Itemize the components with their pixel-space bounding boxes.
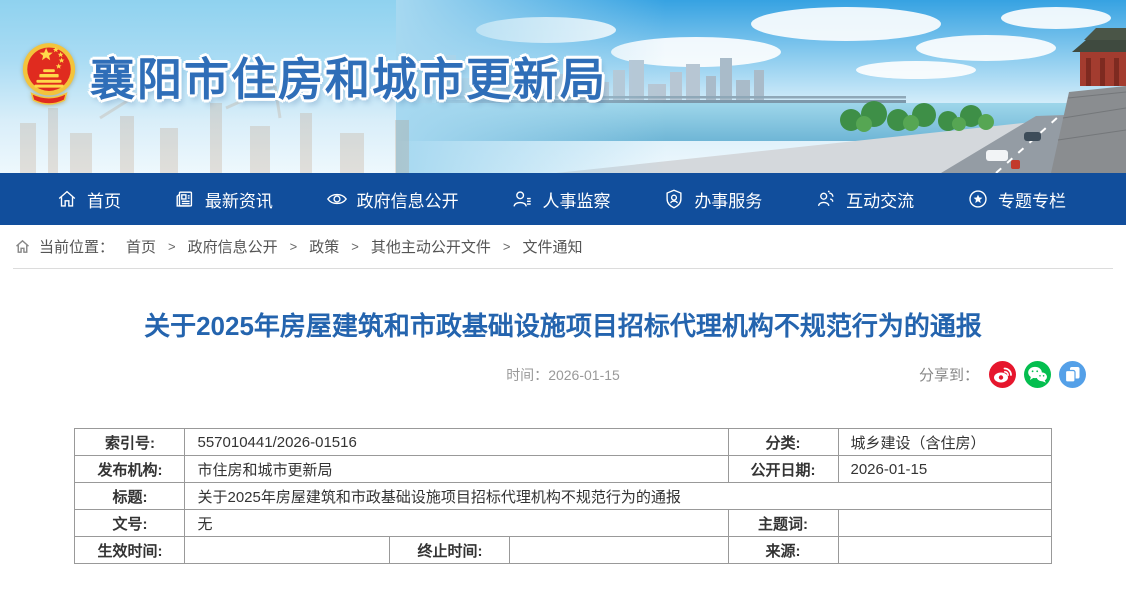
article-meta-row: 时间：2026-01-15 分享到： [0,360,1126,390]
breadcrumb: 当前位置： 首页 > 政府信息公开 > 政策 > 其他主动公开文件 > 文件通知 [0,225,1126,268]
nav-item-interaction[interactable]: 互动交流 [815,187,914,212]
nav-label: 首页 [87,187,121,212]
nav-label: 互动交流 [846,187,914,212]
breadcrumb-separator: > [290,239,298,254]
pubdate-label: 公开日期: [728,456,838,483]
pubdate-value: 2026-01-15 [838,456,1051,483]
index-value: 557010441/2026-01516 [185,429,728,456]
index-label: 索引号: [75,429,185,456]
breadcrumb-item-other-public-docs[interactable]: 其他主动公开文件 [371,236,491,257]
share-label: 分享到： [919,364,979,385]
breadcrumb-item-doc-notice[interactable]: 文件通知 [522,236,582,257]
site-logo-link[interactable]: 襄阳市住房和城市更新局 [20,40,607,110]
category-value: 城乡建设（含住房） [838,429,1051,456]
site-title: 襄阳市住房和城市更新局 [90,43,607,108]
table-row: 标题: 关于2025年房屋建筑和市政基础设施项目招标代理机构不规范行为的通报 [75,483,1051,510]
title-value: 关于2025年房屋建筑和市政基础设施项目招标代理机构不规范行为的通报 [185,483,1051,510]
copy-icon [1059,361,1086,388]
source-value [838,537,1051,564]
time-label: 时间： [506,367,548,383]
nav-label: 人事监察 [542,187,610,212]
article-title: 关于2025年房屋建筑和市政基础设施项目招标代理机构不规范行为的通报 [0,306,1126,343]
keywords-value [838,510,1051,537]
effective-label: 生效时间: [75,537,185,564]
breadcrumb-item-gov-info[interactable]: 政府信息公开 [188,236,278,257]
nav-item-news[interactable]: 最新资讯 [174,187,273,212]
expiry-value [510,537,728,564]
nav-item-gov-info[interactable]: 政府信息公开 [326,187,459,212]
site-banner: 襄阳市住房和城市更新局 [0,0,1126,173]
breadcrumb-separator: > [168,239,176,254]
share-copy-button[interactable] [1059,361,1086,388]
breadcrumb-item-policy[interactable]: 政策 [309,236,339,257]
divider [13,268,1113,269]
nav-item-personnel[interactable]: 人事监察 [511,187,610,212]
eye-icon [326,188,348,210]
nav-item-home[interactable]: 首页 [56,187,121,212]
wechat-icon [1024,361,1051,388]
home-icon [56,188,78,210]
nav-label: 最新资讯 [205,187,273,212]
star-circle-icon [967,188,989,210]
share-wechat-button[interactable] [1024,361,1051,388]
shield-icon [663,188,685,210]
publisher-label: 发布机构: [75,456,185,483]
table-row: 发布机构: 市住房和城市更新局 公开日期: 2026-01-15 [75,456,1051,483]
weibo-icon [989,361,1016,388]
source-label: 来源: [728,537,838,564]
expiry-label: 终止时间: [390,537,510,564]
breadcrumb-separator: > [503,239,511,254]
breadcrumb-separator: > [351,239,359,254]
docno-label: 文号: [75,510,185,537]
docno-value: 无 [185,510,728,537]
document-meta-table: 索引号: 557010441/2026-01516 分类: 城乡建设（含住房） … [74,428,1051,564]
category-label: 分类: [728,429,838,456]
breadcrumb-label: 当前位置： [39,236,114,257]
main-nav: 首页 最新资讯 政府信息公开 人事监察 办事服务 互动交流 [0,173,1126,225]
share-weibo-button[interactable] [989,361,1016,388]
table-row: 生效时间: 终止时间: 来源: [75,537,1051,564]
time-value: 2026-01-15 [548,367,620,383]
news-icon [174,188,196,210]
nav-item-services[interactable]: 办事服务 [663,187,762,212]
keywords-label: 主题词: [728,510,838,537]
nav-label: 政府信息公开 [357,187,459,212]
breadcrumb-home-icon [14,238,31,255]
nav-label: 专题专栏 [998,187,1066,212]
title-label: 标题: [75,483,185,510]
chat-people-icon [815,188,837,210]
breadcrumb-item-home[interactable]: 首页 [126,236,156,257]
publisher-value: 市住房和城市更新局 [185,456,728,483]
national-emblem-icon [20,40,78,110]
person-icon [511,188,533,210]
nav-label: 办事服务 [694,187,762,212]
effective-value [185,537,390,564]
table-row: 索引号: 557010441/2026-01516 分类: 城乡建设（含住房） [75,429,1051,456]
table-row: 文号: 无 主题词: [75,510,1051,537]
nav-item-special-topics[interactable]: 专题专栏 [967,187,1066,212]
share-group: 分享到： [919,361,1086,388]
